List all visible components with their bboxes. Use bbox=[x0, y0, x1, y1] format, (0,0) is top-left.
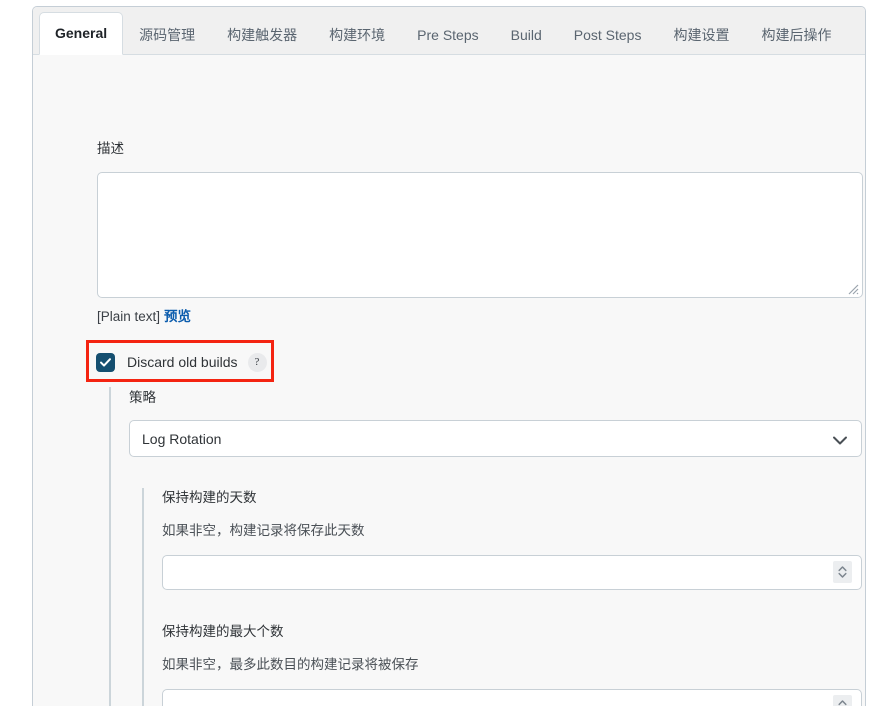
tab-label: 构建触发器 bbox=[227, 27, 298, 43]
markup-formatter-row: [Plain text] 预览 bbox=[97, 305, 191, 325]
days-to-keep-label: 保持构建的天数 bbox=[162, 490, 257, 505]
max-builds-to-keep-label: 保持构建的最大个数 bbox=[162, 624, 284, 639]
tab-label: 构建设置 bbox=[673, 27, 730, 43]
tab-label: 构建后操作 bbox=[761, 27, 832, 43]
max-builds-to-keep-input[interactable] bbox=[162, 689, 862, 706]
discard-old-builds-row[interactable]: Discard old builds ? bbox=[96, 352, 267, 372]
preview-link[interactable]: 预览 bbox=[164, 309, 191, 324]
tab-post-build-actions[interactable]: 构建后操作 bbox=[745, 15, 847, 55]
description-textarea[interactable] bbox=[97, 172, 863, 298]
tab-label: 构建环境 bbox=[329, 27, 386, 43]
check-icon bbox=[100, 357, 111, 367]
config-form: 描述 [Plain text] 预览 Discard old builds ? … bbox=[33, 55, 865, 706]
tab-label: Build bbox=[510, 27, 542, 43]
tab-build-triggers[interactable]: 构建触发器 bbox=[211, 15, 313, 55]
days-to-keep-input[interactable] bbox=[162, 555, 862, 590]
max-builds-to-keep-stepper[interactable] bbox=[833, 695, 852, 706]
tab-build-settings[interactable]: 构建设置 bbox=[657, 15, 745, 55]
tab-label: Post Steps bbox=[573, 27, 642, 43]
job-config-panel: General 源码管理 构建触发器 构建环境 Pre Steps Build … bbox=[32, 6, 866, 706]
markup-type-label: [Plain text] bbox=[97, 309, 161, 324]
nesting-guide-outer bbox=[109, 387, 111, 706]
tab-build[interactable]: Build bbox=[495, 15, 558, 55]
tab-post-steps[interactable]: Post Steps bbox=[558, 15, 658, 55]
discard-old-builds-checkbox[interactable] bbox=[96, 352, 115, 372]
tab-build-environment[interactable]: 构建环境 bbox=[313, 15, 401, 55]
max-builds-to-keep-help: 如果非空，最多此数目的构建记录将被保存 bbox=[162, 657, 419, 672]
config-tab-bar: General 源码管理 构建触发器 构建环境 Pre Steps Build … bbox=[33, 7, 865, 55]
strategy-select[interactable]: Log Rotation bbox=[129, 420, 862, 457]
help-icon[interactable]: ? bbox=[247, 352, 267, 372]
discard-old-builds-label: Discard old builds bbox=[127, 354, 238, 370]
tab-general[interactable]: General bbox=[39, 12, 124, 55]
strategy-label: 策略 bbox=[129, 390, 156, 405]
days-to-keep-help: 如果非空，构建记录将保存此天数 bbox=[162, 523, 365, 538]
tab-label: Pre Steps bbox=[417, 27, 479, 43]
tab-label: 源码管理 bbox=[139, 27, 196, 43]
days-to-keep-stepper[interactable] bbox=[833, 561, 852, 583]
tab-label: General bbox=[55, 25, 108, 41]
nesting-guide-inner bbox=[142, 488, 144, 706]
tab-scm[interactable]: 源码管理 bbox=[123, 15, 211, 55]
strategy-selected-value: Log Rotation bbox=[142, 430, 222, 447]
description-label: 描述 bbox=[97, 141, 124, 156]
tab-pre-steps[interactable]: Pre Steps bbox=[401, 15, 494, 55]
strategy-select-wrap[interactable]: Log Rotation bbox=[129, 420, 862, 457]
